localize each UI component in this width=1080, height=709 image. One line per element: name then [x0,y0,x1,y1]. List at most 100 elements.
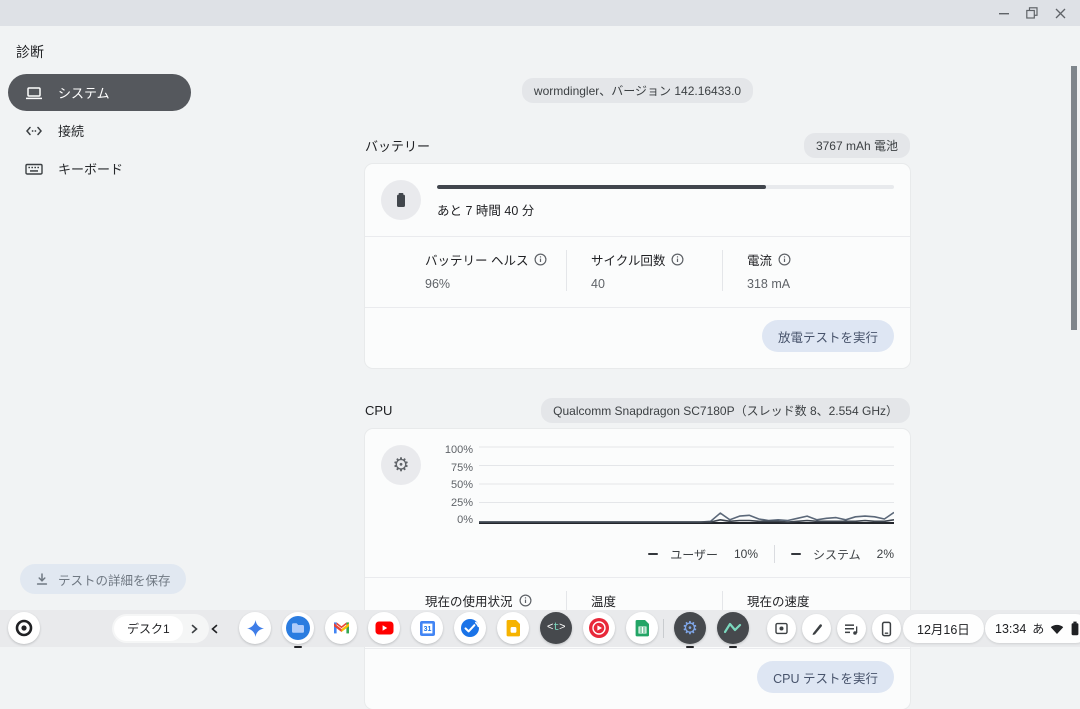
screen-capture-tray-button[interactable] [767,614,796,643]
launcher-icon [15,619,33,637]
gmail-icon [333,621,350,635]
calendar-icon: 31 [419,620,436,637]
stylus-icon [810,622,824,636]
phone-icon [880,621,893,637]
y-tick: 100% [445,445,473,456]
yellow-doc-icon [506,619,521,637]
legend-value: 2% [877,547,894,561]
y-tick: 75% [451,463,473,474]
legend-marker [791,553,801,556]
sidebar-item-label: システム [58,83,110,102]
screen-capture-icon [774,621,789,636]
sidebar-item-system[interactable]: システム [8,74,191,111]
save-test-details-button[interactable]: テストの詳細を保存 [20,564,186,594]
shelf-app-calendar[interactable]: 31 [411,612,443,644]
shelf-app-youtube[interactable] [368,612,400,644]
info-icon[interactable] [534,253,547,266]
download-icon [35,572,49,586]
run-discharge-test-button[interactable]: 放電テストを実行 [762,320,894,352]
minimize-button[interactable] [990,3,1018,23]
desk-switcher[interactable]: デスク1 [112,614,209,643]
tasks-check-icon [460,618,480,638]
battery-cycle-stat: サイクル回数 40 [591,250,723,291]
legend-marker [648,553,658,556]
cpu-model-badge: Qualcomm Snapdragon SC7180P（スレッド数 8、2.55… [541,398,910,423]
files-icon [285,615,311,641]
sidebar-item-label: キーボード [58,159,123,178]
media-controls-icon [844,622,859,636]
stat-label: 電流 [747,250,772,269]
close-button[interactable] [1046,3,1074,23]
shelf-app-settings[interactable]: ⚙ [674,612,706,644]
ime-indicator: あ [1032,620,1044,637]
chart-plot-area [479,445,894,527]
run-cpu-test-button[interactable]: CPU テストを実行 [757,661,894,693]
sidebar-item-keyboard[interactable]: キーボード [8,150,191,187]
connectivity-icon [24,122,44,140]
running-indicator [686,646,694,648]
status-tray[interactable]: 13:34 あ [985,614,1080,643]
shelf-app-files[interactable] [282,612,314,644]
keyboard-icon [24,160,44,178]
page-title: 診断 [16,42,44,62]
gemini-sparkle-icon [247,620,264,637]
desk-name[interactable]: デスク1 [114,616,183,641]
shelf: デスク1 31 [0,610,1080,647]
media-controls-tray-button[interactable] [837,614,866,643]
shelf-app-sheets[interactable] [626,612,658,644]
sheets-icon [635,619,650,637]
sidebar: システム 接続 キーボード [8,74,191,187]
diagnostics-app: 診断 システム 接続 キーボード wormdingler、バージョン 142.1… [0,26,1080,610]
chart-legend: ユーザー 10% システム 2% [365,543,910,577]
vertical-scrollbar[interactable] [1071,66,1077,330]
info-icon[interactable] [778,253,791,266]
legend-label: システム [813,546,861,563]
legend-value: 10% [734,547,758,561]
stylus-tools-tray-button[interactable] [802,614,831,643]
wifi-icon [1050,623,1064,635]
sidebar-item-connectivity[interactable]: 接続 [8,112,191,149]
shelf-app-gmail[interactable] [325,612,357,644]
shelf-app-notes[interactable] [497,612,529,644]
battery-icon [381,180,421,220]
stat-label: 現在の速度 [747,591,810,610]
battery-section-title: バッテリー [365,136,430,155]
battery-card: あと 7 時間 40 分 バッテリー ヘルス 96% サイクル回数 40 [365,164,910,368]
stat-label: 温度 [591,591,616,610]
shelf-app-diagnostics[interactable] [717,612,749,644]
y-tick: 0% [457,515,473,526]
battery-current-stat: 電流 318 mA [747,250,813,291]
stat-value: 318 mA [747,277,791,291]
svg-text:31: 31 [423,626,431,633]
shelf-app-tasks[interactable] [454,612,486,644]
battery-capacity-badge: 3767 mAh 電池 [804,133,910,158]
cpu-usage-chart: 100% 75% 50% 25% 0% [437,445,894,527]
battery-health-stat: バッテリー ヘルス 96% [425,250,567,291]
restore-button[interactable] [1018,3,1046,23]
chart-y-axis: 100% 75% 50% 25% 0% [437,445,473,527]
shelf-app-youtube-music[interactable] [583,612,615,644]
launcher-button[interactable] [8,612,40,644]
legend-user: ユーザー 10% [648,546,758,563]
info-icon[interactable] [519,594,532,607]
legend-separator [774,545,775,563]
stat-label: 現在の使用状況 [425,591,513,610]
battery-charge-bar [437,185,894,189]
running-indicator [294,646,302,648]
info-icon[interactable] [671,253,684,266]
battery-time-remaining: あと 7 時間 40 分 [437,200,894,219]
shelf-back-chevron[interactable] [203,618,225,640]
stat-value: 40 [591,277,700,291]
battery-charge-fill [437,185,766,189]
stat-label: バッテリー ヘルス [425,250,528,269]
cpu-icon: ⚙ [381,445,421,485]
shelf-app-text-editor[interactable]: <t> [540,612,572,644]
chevron-right-icon[interactable] [190,624,199,634]
shelf-separator [663,619,664,638]
settings-gear-icon: ⚙ [682,619,698,637]
legend-label: ユーザー [670,546,718,563]
phone-hub-tray-button[interactable] [872,614,901,643]
diagnostics-chart-icon [724,621,742,635]
shelf-app-gemini[interactable] [239,612,271,644]
date-pill[interactable]: 12月16日 [903,614,984,643]
